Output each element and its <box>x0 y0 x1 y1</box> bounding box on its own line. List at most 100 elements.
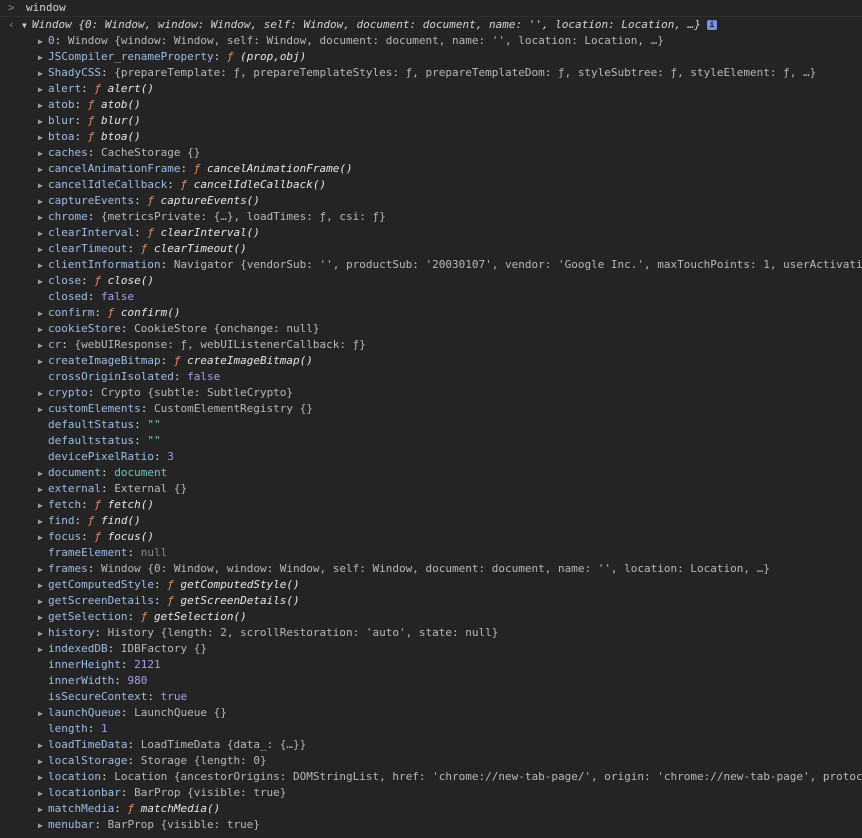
triangle-right-icon[interactable]: ▶ <box>38 34 48 49</box>
triangle-right-icon[interactable]: ▶ <box>38 354 48 369</box>
property-separator: : <box>94 626 108 639</box>
property-value: 3 <box>167 450 174 463</box>
property-row[interactable]: ▶ alert: ƒ alert() <box>0 81 862 97</box>
property-row[interactable]: ▶ clientInformation: Navigator {vendorSub… <box>0 257 862 273</box>
property-row[interactable]: ▶ crypto: Crypto {subtle: SubtleCrypto} <box>0 385 862 401</box>
triangle-right-icon[interactable]: ▶ <box>38 338 48 353</box>
triangle-right-icon[interactable]: ▶ <box>38 258 48 273</box>
property-row[interactable]: ▶ JSCompiler_renameProperty: ƒ (prop,obj) <box>0 49 862 65</box>
triangle-right-icon[interactable]: ▶ <box>38 98 48 113</box>
property-row[interactable]: ▶ customElements: CustomElementRegistry {… <box>0 401 862 417</box>
triangle-right-icon[interactable]: ▶ <box>38 274 48 289</box>
property-value: getScreenDetails() <box>180 594 300 607</box>
info-icon[interactable]: i <box>706 20 717 30</box>
triangle-right-icon[interactable]: ▶ <box>38 642 48 657</box>
triangle-right-icon[interactable]: ▶ <box>38 738 48 753</box>
console-result-line[interactable]: ‹ ▼ Window {0: Window, window: Window, sel… <box>0 17 862 33</box>
triangle-right-icon[interactable]: ▶ <box>38 242 48 257</box>
triangle-right-icon[interactable]: ▶ <box>38 578 48 593</box>
triangle-right-icon[interactable]: ▶ <box>38 754 48 769</box>
triangle-right-icon[interactable]: ▶ <box>38 386 48 401</box>
property-row[interactable]: ▶ focus: ƒ focus() <box>0 529 862 545</box>
triangle-right-icon[interactable]: ▶ <box>38 66 48 81</box>
triangle-right-icon[interactable]: ▶ <box>38 146 48 161</box>
property-row[interactable]: ▶ localStorage: Storage {length: 0} <box>0 753 862 769</box>
property-row[interactable]: ▶ getComputedStyle: ƒ getComputedStyle() <box>0 577 862 593</box>
property-row[interactable]: ▶ chrome: {metricsPrivate: {…}, loadTimes… <box>0 209 862 225</box>
property-row[interactable]: ▶ confirm: ƒ confirm() <box>0 305 862 321</box>
triangle-down-icon[interactable]: ▼ <box>22 18 32 33</box>
property-row[interactable]: ▶ close: ƒ close() <box>0 273 862 289</box>
property-row[interactable]: ▶ loadTimeData: LoadTimeData {data_: {…}} <box>0 737 862 753</box>
property-row[interactable]: ▶ cancelIdleCallback: ƒ cancelIdleCallbac… <box>0 177 862 193</box>
property-row[interactable]: ▶ caches: CacheStorage {} <box>0 145 862 161</box>
property-row[interactable]: ▶ fetch: ƒ fetch() <box>0 497 862 513</box>
triangle-right-icon[interactable]: ▶ <box>38 466 48 481</box>
triangle-right-icon[interactable]: ▶ <box>38 562 48 577</box>
triangle-right-icon[interactable]: ▶ <box>38 610 48 625</box>
property-row[interactable]: ▶ cancelAnimationFrame: ƒ cancelAnimation… <box>0 161 862 177</box>
triangle-right-icon[interactable]: ▶ <box>38 306 48 321</box>
property-row: length: 1 <box>0 721 862 737</box>
property-row[interactable]: ▶ 0: Window {window: Window, self: Window… <box>0 33 862 49</box>
property-row[interactable]: ▶ getScreenDetails: ƒ getScreenDetails() <box>0 593 862 609</box>
property-value: CookieStore {onchange: null} <box>134 322 320 335</box>
property-row[interactable]: ▶ clearInterval: ƒ clearInterval() <box>0 225 862 241</box>
triangle-right-icon[interactable]: ▶ <box>38 194 48 209</box>
property-row[interactable]: ▶ document: document <box>0 465 862 481</box>
triangle-right-icon[interactable]: ▶ <box>38 770 48 785</box>
triangle-right-icon[interactable]: ▶ <box>38 130 48 145</box>
property-row[interactable]: ▶ matchMedia: ƒ matchMedia() <box>0 801 862 817</box>
property-row[interactable]: ▶ clearTimeout: ƒ clearTimeout() <box>0 241 862 257</box>
property-row[interactable]: ▶ cookieStore: CookieStore {onchange: nul… <box>0 321 862 337</box>
property-key: 0 <box>48 34 55 47</box>
triangle-right-icon[interactable]: ▶ <box>38 802 48 817</box>
property-row[interactable]: ▶ history: History {length: 2, scrollRest… <box>0 625 862 641</box>
property-row[interactable]: ▶ location: Location {ancestorOrigins: DO… <box>0 769 862 785</box>
triangle-right-icon[interactable]: ▶ <box>38 706 48 721</box>
triangle-right-icon[interactable]: ▶ <box>38 210 48 225</box>
triangle-right-icon[interactable]: ▶ <box>38 626 48 641</box>
property-row[interactable]: ▶ getSelection: ƒ getSelection() <box>0 609 862 625</box>
property-row[interactable]: ▶ btoa: ƒ btoa() <box>0 129 862 145</box>
property-row[interactable]: ▶ createImageBitmap: ƒ createImageBitmap(… <box>0 353 862 369</box>
property-row[interactable]: ▶ atob: ƒ atob() <box>0 97 862 113</box>
property-row[interactable]: ▶ menubar: BarProp {visible: true} <box>0 817 862 833</box>
property-key: crossOriginIsolated <box>48 370 174 383</box>
property-row[interactable]: ▶ cr: {webUIResponse: ƒ, webUIListenerCal… <box>0 337 862 353</box>
function-icon: ƒ <box>167 594 181 607</box>
property-row[interactable]: ▶ blur: ƒ blur() <box>0 113 862 129</box>
property-row[interactable]: ▶ locationbar: BarProp {visible: true} <box>0 785 862 801</box>
triangle-right-icon[interactable]: ▶ <box>38 818 48 833</box>
property-row[interactable]: ▶ captureEvents: ƒ captureEvents() <box>0 193 862 209</box>
property-key: location <box>48 770 101 783</box>
property-key: clearInterval <box>48 226 135 239</box>
triangle-right-icon[interactable]: ▶ <box>38 498 48 513</box>
triangle-right-icon[interactable]: ▶ <box>38 514 48 529</box>
property-separator: : <box>147 690 161 703</box>
triangle-right-icon[interactable]: ▶ <box>38 322 48 337</box>
triangle-right-icon[interactable]: ▶ <box>38 178 48 193</box>
triangle-right-icon[interactable]: ▶ <box>38 50 48 65</box>
property-row[interactable]: ▶ ShadyCSS: {prepareTemplate: ƒ, prepareT… <box>0 65 862 81</box>
function-icon: ƒ <box>193 162 207 175</box>
triangle-right-icon[interactable]: ▶ <box>38 82 48 97</box>
triangle-right-icon[interactable]: ▶ <box>38 786 48 801</box>
property-row[interactable]: ▶ frames: Window {0: Window, window: Wind… <box>0 561 862 577</box>
triangle-right-icon[interactable]: ▶ <box>38 226 48 241</box>
property-row[interactable]: ▶ indexedDB: IDBFactory {} <box>0 641 862 657</box>
triangle-right-icon[interactable]: ▶ <box>38 114 48 129</box>
console-command: window <box>26 1 66 14</box>
triangle-right-icon[interactable]: ▶ <box>38 482 48 497</box>
property-value: LoadTimeData {data_: {…}} <box>140 738 307 751</box>
triangle-right-icon[interactable]: ▶ <box>38 162 48 177</box>
property-row[interactable]: ▶ external: External {} <box>0 481 862 497</box>
console-input-line[interactable]: > window <box>0 0 862 17</box>
triangle-right-icon[interactable]: ▶ <box>38 594 48 609</box>
property-row[interactable]: ▶ launchQueue: LaunchQueue {} <box>0 705 862 721</box>
triangle-right-icon[interactable]: ▶ <box>38 530 48 545</box>
property-row[interactable]: ▶ find: ƒ find() <box>0 513 862 529</box>
triangle-right-icon[interactable]: ▶ <box>38 402 48 417</box>
function-icon: ƒ <box>226 50 241 63</box>
property-value: getSelection() <box>153 610 247 623</box>
